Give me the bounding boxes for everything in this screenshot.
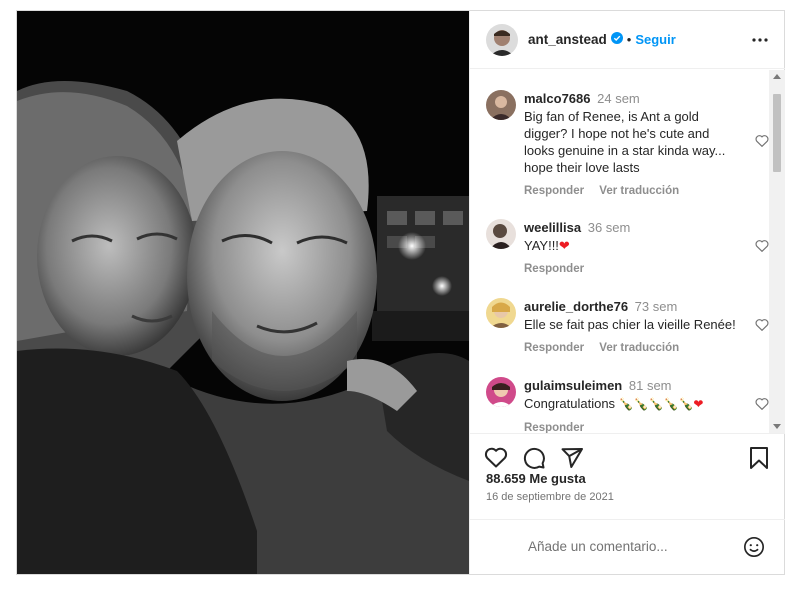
- post-date: 16 de septiembre de 2021: [486, 491, 614, 503]
- comment-username[interactable]: gulaimsuleimen: [524, 378, 622, 393]
- heart-icon[interactable]: [484, 446, 508, 473]
- comment-username[interactable]: malco7686: [524, 91, 591, 106]
- commenter-avatar[interactable]: [486, 298, 516, 328]
- like-comment-heart-icon[interactable]: [755, 318, 769, 336]
- photo-illustration: [17, 11, 469, 574]
- comment-time: 36 sem: [587, 220, 631, 235]
- comment-emoji: 🍾🍾🍾🍾🍾❤: [618, 397, 704, 411]
- comment-username[interactable]: aurelie_dorthe76: [524, 299, 628, 314]
- reply-button[interactable]: Responder: [524, 263, 584, 275]
- translate-button[interactable]: Ver traducción: [599, 342, 679, 354]
- comment-username[interactable]: weelillisa: [524, 220, 581, 235]
- comment-text: Congratulations: [524, 396, 616, 411]
- like-comment-heart-icon[interactable]: [755, 134, 769, 152]
- follow-button[interactable]: Seguir: [635, 32, 675, 47]
- comment-text: Elle se fait pas chier la vieille Renée!: [524, 317, 736, 332]
- scroll-down-icon[interactable]: [773, 424, 781, 429]
- commenter-avatar[interactable]: [486, 377, 516, 407]
- author-avatar[interactable]: [486, 23, 518, 56]
- more-icon[interactable]: [751, 37, 769, 43]
- author-username[interactable]: ant_anstead: [528, 32, 607, 47]
- emoji-icon[interactable]: [743, 536, 765, 563]
- comment-time: 73 sem: [634, 299, 678, 314]
- reply-button[interactable]: Responder: [524, 342, 584, 354]
- comment-emoji: ❤: [558, 238, 570, 253]
- reply-button[interactable]: Responder: [524, 422, 584, 433]
- post-photo[interactable]: [17, 11, 469, 574]
- add-comment-bar: Añade un comentario...: [470, 519, 785, 574]
- scrollbar-thumb[interactable]: [773, 94, 781, 172]
- scroll-up-icon[interactable]: [773, 74, 781, 79]
- translate-button[interactable]: Ver traducción: [599, 185, 679, 197]
- post-panel: ant_anstead • Seguir malco7686 24 sem Bi…: [469, 11, 785, 574]
- likes-count[interactable]: 88.659 Me gusta: [486, 471, 586, 486]
- like-comment-heart-icon[interactable]: [755, 239, 769, 257]
- post-modal: ant_anstead • Seguir malco7686 24 sem Bi…: [16, 10, 785, 575]
- comment-time: 81 sem: [628, 378, 672, 393]
- comments-list[interactable]: malco7686 24 sem Big fan of Renee, is An…: [470, 70, 785, 433]
- comments-scrollbar[interactable]: [769, 70, 785, 433]
- verified-icon: [610, 31, 623, 49]
- separator-dot: •: [626, 32, 632, 47]
- like-comment-heart-icon[interactable]: [755, 397, 769, 415]
- comment-text: Big fan of Renee, is Ant a gold digger? …: [524, 109, 726, 175]
- bookmark-icon[interactable]: [749, 446, 769, 475]
- post-actions-bar: [470, 433, 785, 475]
- commenter-avatar[interactable]: [486, 90, 516, 120]
- add-comment-input[interactable]: Añade un comentario...: [528, 539, 668, 554]
- post-header: ant_anstead • Seguir: [470, 11, 785, 69]
- comment-time: 24 sem: [597, 91, 640, 106]
- comment-text: YAY!!!: [524, 238, 559, 253]
- commenter-avatar[interactable]: [486, 219, 516, 249]
- reply-button[interactable]: Responder: [524, 185, 584, 197]
